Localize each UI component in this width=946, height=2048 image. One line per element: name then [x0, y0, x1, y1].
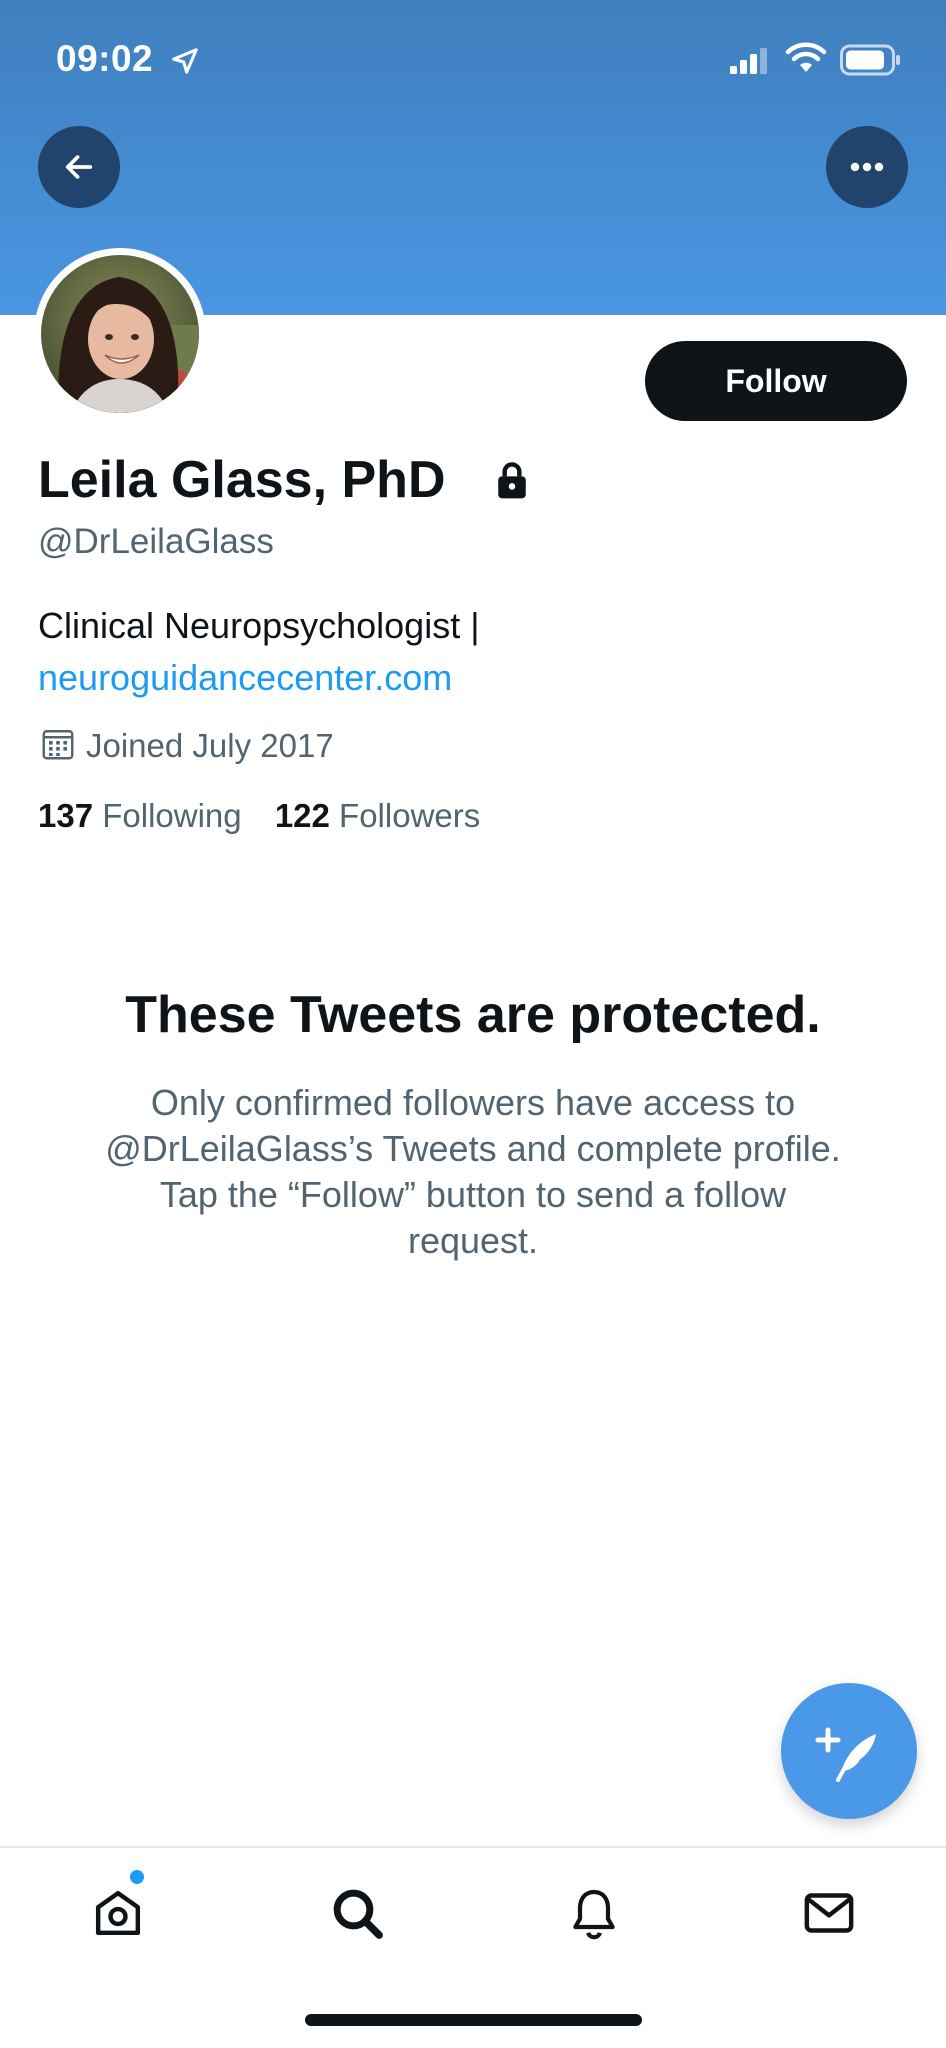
following-label: Following [102, 797, 242, 834]
envelope-icon [804, 1893, 854, 1933]
arrow-left-icon [65, 155, 93, 179]
tab-messages[interactable] [794, 1878, 864, 1948]
compose-tweet-button[interactable] [781, 1683, 917, 1819]
followers-link[interactable]: 122 Followers [275, 797, 480, 835]
back-button[interactable] [38, 126, 120, 208]
follow-stats: 137 Following 122 Followers [38, 797, 480, 835]
protected-message: Only confirmed followers have access to … [105, 1082, 841, 1261]
cellular-signal-icon [730, 48, 767, 74]
home-icon [95, 1890, 141, 1936]
wifi-icon [785, 42, 827, 72]
profile-bio: Clinical Neuropsychologist | [38, 605, 480, 646]
profile-handle: @DrLeilaGlass [38, 522, 274, 561]
status-bar: 09:02 [0, 0, 946, 120]
more-options-button[interactable] [826, 126, 908, 208]
more-dots-icon [850, 162, 884, 172]
search-icon [333, 1889, 383, 1939]
battery-icon [840, 44, 900, 76]
followers-count: 122 [274, 797, 330, 834]
tab-home[interactable] [83, 1878, 153, 1948]
compose-feather-icon [815, 1727, 876, 1782]
protected-title: These Tweets are protected. [125, 986, 821, 1044]
profile-website-link[interactable]: neuroguidancecenter.com [38, 657, 452, 699]
following-count: 137 [38, 797, 94, 834]
following-link[interactable]: 137 Following [38, 797, 242, 835]
followers-label: Followers [339, 797, 481, 834]
home-indicator [305, 2014, 642, 2026]
display-name: Leila Glass, PhD [38, 451, 446, 509]
tab-notifications[interactable] [559, 1878, 629, 1948]
joined-date: Joined July 2017 [86, 727, 334, 764]
lock-icon [498, 462, 526, 499]
tab-search[interactable] [322, 1878, 392, 1948]
location-arrow-icon [172, 48, 198, 74]
avatar-photo [41, 255, 199, 413]
home-badge [130, 1870, 144, 1884]
status-time: 09:02 [56, 38, 154, 79]
bell-icon [573, 1889, 615, 1940]
profile-avatar[interactable] [34, 248, 206, 420]
follow-button[interactable]: Follow [645, 341, 907, 421]
calendar-icon [42, 730, 74, 760]
